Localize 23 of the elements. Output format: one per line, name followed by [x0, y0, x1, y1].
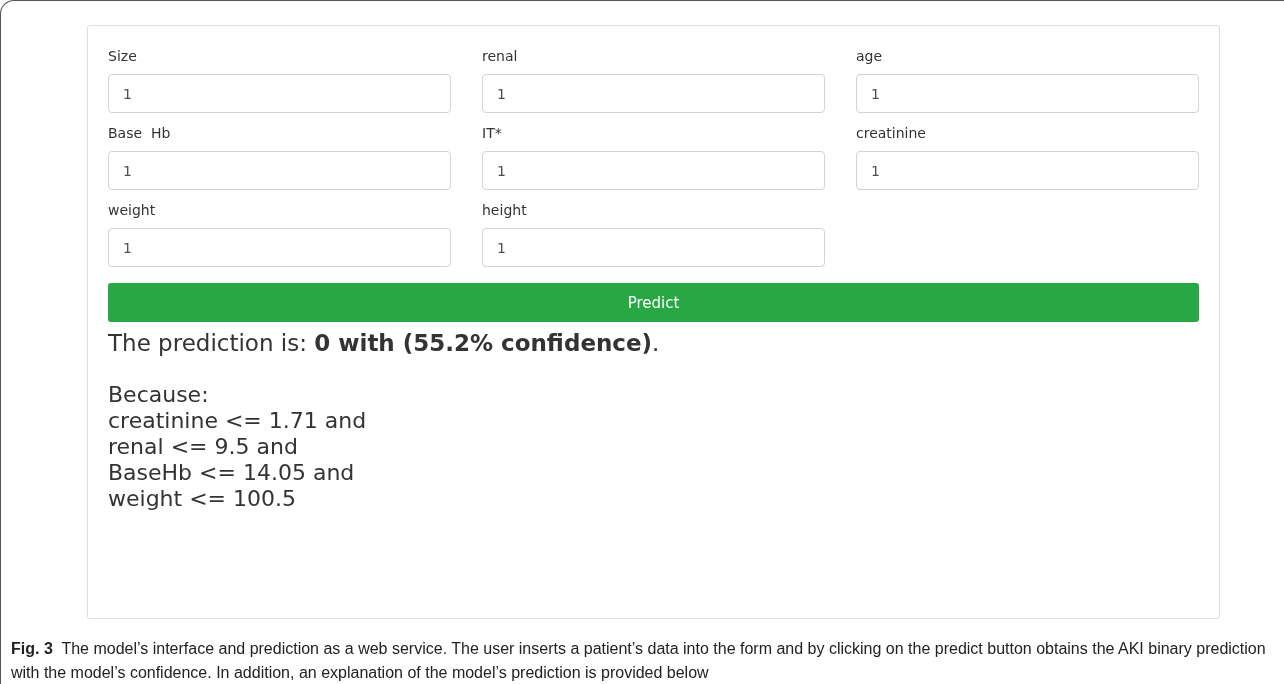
- field-label: IT*: [482, 125, 503, 142]
- input-field[interactable]: 1: [856, 151, 1199, 190]
- explanation-line: weight <= 100.5: [108, 486, 297, 512]
- field-label: creatinine: [856, 125, 927, 142]
- input-field[interactable]: 1: [482, 74, 825, 113]
- explanation-line: creatinine <= 1.71 and: [108, 408, 368, 434]
- field-label: height: [482, 202, 528, 219]
- input-field[interactable]: 1: [482, 151, 825, 190]
- input-field[interactable]: 1: [108, 228, 451, 267]
- input-field[interactable]: 1: [856, 74, 1199, 113]
- field-label: Size: [108, 48, 138, 65]
- field-label: Base Hb: [108, 125, 172, 142]
- figure-caption: Fig. 3 The model’s interface and prediction as a web service. The user inserts a patient’s data into the form and by clicking on the predict button obtains the AKI binary prediction with the model’s confidence. In addition, an explanation of the model’s prediction is provided below: [11, 639, 1267, 683]
- prediction-text: The prediction is: 0 with (55.2% confidence).: [108, 330, 661, 356]
- explanation-line: renal <= 9.5 and: [108, 434, 299, 460]
- explanation-line: Because:: [108, 382, 210, 408]
- input-field[interactable]: 1: [482, 228, 825, 267]
- explanation-line: BaseHb <= 14.05 and: [108, 460, 356, 486]
- input-field[interactable]: 1: [108, 151, 451, 190]
- field-label: weight: [108, 202, 157, 219]
- field-label: renal: [482, 48, 519, 65]
- field-label: age: [856, 48, 884, 65]
- input-field[interactable]: 1: [108, 74, 451, 113]
